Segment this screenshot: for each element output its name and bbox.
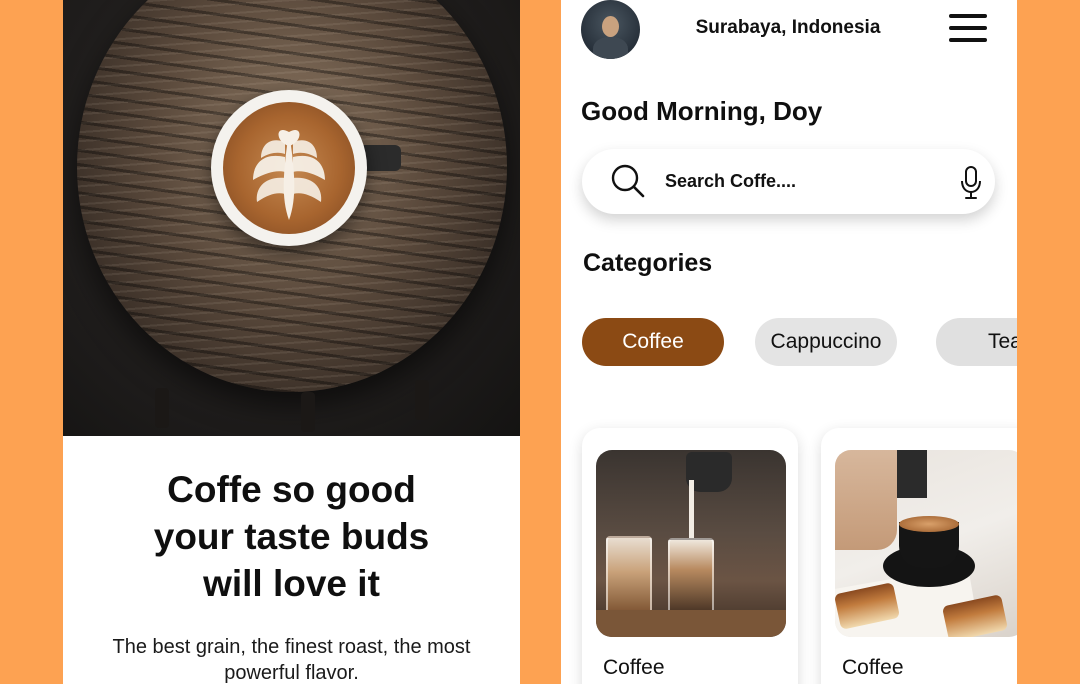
home-screen: Surabaya, Indonesia Good Morning, Doy Se…: [561, 0, 1017, 684]
latte-cup: [211, 90, 367, 246]
menu-bar: [949, 26, 987, 30]
product-name: Coffee: [842, 656, 904, 679]
avatar-head: [602, 16, 619, 37]
location-label: Surabaya, Indonesia: [695, 17, 881, 38]
search-placeholder[interactable]: Search Coffe....: [665, 171, 796, 192]
table-leg: [415, 380, 429, 420]
iced-coffee-image: [596, 450, 786, 637]
latte-art-icon: [253, 129, 325, 220]
table-leg: [301, 392, 315, 432]
product-card[interactable]: Coffee: [582, 428, 798, 684]
person-arm: [835, 450, 897, 550]
product-name: Coffee: [603, 656, 665, 679]
espresso-cup-image: [835, 450, 1017, 637]
menu-bar: [949, 14, 987, 18]
avatar-body: [593, 37, 628, 59]
greeting-title: Good Morning, Doy: [581, 96, 823, 126]
category-chip-cappuccino[interactable]: Cappuccino: [755, 318, 897, 366]
hamburger-menu-icon[interactable]: [947, 12, 989, 44]
microphone-icon[interactable]: [959, 166, 983, 200]
onboarding-subline: The best grain, the finest roast, the mo…: [63, 634, 520, 684]
menu-bar: [949, 38, 987, 42]
hero-coffee-image: [63, 0, 520, 436]
headline-line: your taste buds: [153, 516, 430, 557]
subline-line: The best grain, the finest roast, the mo…: [112, 636, 471, 658]
subline-line: powerful flavor.: [224, 662, 359, 684]
headline-line: will love it: [203, 563, 380, 604]
table-leg: [155, 388, 169, 428]
onboarding-screen: Coffe so good your taste buds will love …: [63, 0, 520, 684]
onboarding-text-panel: Coffe so good your taste buds will love …: [63, 436, 520, 684]
avatar[interactable]: [581, 0, 640, 59]
category-chip-tea[interactable]: Tea: [936, 318, 1017, 366]
background-stripe: [895, 450, 927, 498]
onboarding-headline: Coffe so good your taste buds will love …: [63, 466, 520, 607]
headline-line: Coffe so good: [167, 469, 416, 510]
category-chip-coffee[interactable]: Coffee: [582, 318, 724, 366]
espresso-crema: [899, 516, 959, 532]
categories-title: Categories: [583, 249, 713, 277]
search-input[interactable]: Search Coffe....: [582, 149, 995, 214]
wooden-tray: [596, 610, 786, 637]
product-card[interactable]: Coffee: [821, 428, 1017, 684]
search-icon[interactable]: [610, 163, 646, 199]
latte-coffee: [223, 102, 355, 234]
